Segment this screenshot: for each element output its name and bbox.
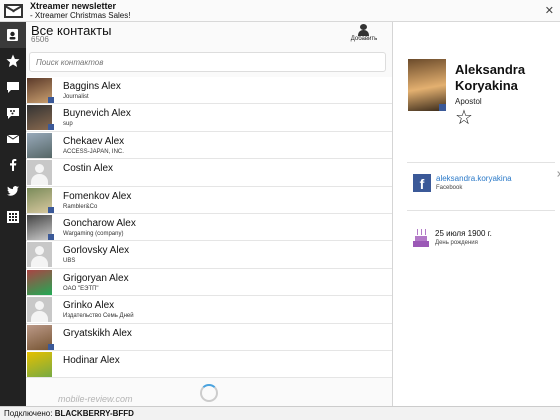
contact-photo [408, 59, 446, 111]
contact-first-name: Aleksandra [455, 62, 526, 77]
contact-detail-pane: Aleksandra Koryakina Apostol ☆ f aleksan… [393, 22, 560, 406]
facebook-badge-icon [48, 206, 54, 213]
list-item[interactable]: Costin Alex [26, 159, 392, 187]
avatar [27, 132, 52, 158]
contact-sub: Издательство Семь Дней [63, 313, 134, 320]
facebook-badge-icon [48, 97, 54, 103]
list-item[interactable]: Gorlovsky Alex UBS [26, 241, 392, 269]
birthday-value: 25 июля 1900 г. [435, 229, 492, 238]
contact-sub: Rambler&Co [63, 203, 98, 210]
favorite-star-icon[interactable]: ☆ [455, 108, 473, 128]
facebook-link[interactable]: aleksandra.koryakina [436, 174, 512, 183]
contact-sub: OAO "ЕЭТП" [63, 285, 99, 292]
contact-name: Gorlovsky Alex [63, 245, 130, 257]
contact-organization: Apostol [455, 97, 482, 106]
contact-last-name: Koryakina [455, 78, 518, 93]
list-item[interactable]: Fomenkov Alex Rambler&Co [26, 186, 392, 214]
contact-name: Gryatskikh Alex [63, 327, 132, 339]
left-rail [0, 22, 26, 406]
list-item[interactable]: Baggins Alex Journalist [26, 77, 392, 105]
contact-sub: Wargaming (company) [63, 230, 124, 237]
list-item[interactable]: Hodinar Alex [26, 350, 392, 379]
contact-sub: ACCESS-JAPAN, INC. [63, 148, 124, 155]
avatar [27, 351, 52, 377]
list-item[interactable]: Gryatskikh Alex [26, 323, 392, 351]
list-item[interactable]: Chekaev Alex ACCESS-JAPAN, INC. [26, 131, 392, 160]
add-contact-button[interactable]: Добавить [346, 24, 382, 42]
contact-name: Grinko Alex [63, 300, 115, 312]
chevron-right-icon[interactable] [555, 171, 560, 177]
facebook-badge-icon [48, 233, 54, 240]
mail-icon[interactable] [0, 126, 26, 152]
contact-full-name: Aleksandra Koryakina [455, 62, 555, 94]
notification-title: Xtreamer newsletter [30, 1, 117, 11]
birthday-label: День рождения [435, 240, 478, 246]
facebook-badge-icon [48, 124, 54, 131]
avatar [27, 160, 52, 186]
contact-sub: Journalist [63, 94, 89, 100]
envelope-icon [4, 4, 23, 18]
list-item[interactable]: Goncharow Alex Wargaming (company) [26, 213, 392, 242]
facebook-icon: f [413, 174, 431, 192]
bbm-icon[interactable] [0, 100, 26, 126]
grid-icon[interactable] [0, 204, 26, 230]
facebook-icon[interactable] [0, 152, 26, 178]
contact-name: Costin Alex [63, 163, 114, 175]
contact-name: Buynevich Alex [63, 108, 131, 120]
chat-icon[interactable] [0, 74, 26, 100]
contact-count: 6506 [31, 35, 49, 44]
avatar [27, 297, 52, 323]
contact-name: Goncharow Alex [63, 217, 136, 229]
contact-name: Baggins Alex [63, 81, 121, 92]
list-item[interactable]: Grinko Alex Издательство Семь Дней [26, 296, 392, 324]
device-name: BLACKBERRY-BFFD [54, 409, 134, 418]
avatar [27, 269, 52, 295]
divider [407, 210, 555, 211]
contact-name: Hodinar Alex [63, 354, 120, 366]
notification-banner[interactable]: Xtreamer newsletter - Xtreamer Christmas… [0, 0, 560, 22]
add-contact-label: Добавить [350, 36, 378, 42]
birthday-cake-icon [413, 229, 429, 247]
loading-spinner-icon [200, 384, 218, 402]
star-icon[interactable] [0, 48, 26, 74]
facebook-label: Facebook [436, 185, 463, 191]
contact-name: Fomenkov Alex [63, 190, 132, 202]
avatar [27, 242, 52, 268]
contact-list-pane: Все контакты 6506 Добавить Поиск контакт… [26, 22, 392, 406]
facebook-badge-icon [48, 343, 54, 350]
contact-sub: UBS [63, 258, 76, 265]
contact-sub: sup [63, 121, 73, 128]
contact-name: Chekaev Alex [63, 135, 125, 147]
watermark: mobile-review.com [58, 394, 133, 404]
contact-name: Grigoryan Alex [63, 272, 129, 284]
search-input[interactable]: Поиск контактов [29, 52, 386, 72]
contact-rows: Baggins Alex Journalist Buynevich Alex sup… [26, 77, 392, 379]
list-item[interactable]: Buynevich Alex sup [26, 104, 392, 132]
close-icon[interactable]: ✕ [545, 4, 554, 17]
facebook-badge-icon [439, 104, 446, 111]
twitter-icon[interactable] [0, 178, 26, 204]
divider [407, 162, 555, 163]
status-prefix: Подключено: [4, 409, 55, 418]
connection-status-bar: Подключено: BLACKBERRY-BFFD [0, 406, 560, 420]
screen: Xtreamer newsletter - Xtreamer Christmas… [0, 0, 560, 420]
notification-body: - Xtreamer Christmas Sales! [30, 11, 131, 20]
list-item[interactable]: Grigoryan Alex OAO "ЕЭТП" [26, 268, 392, 297]
contacts-icon[interactable] [0, 22, 26, 48]
add-person-icon [358, 24, 370, 36]
